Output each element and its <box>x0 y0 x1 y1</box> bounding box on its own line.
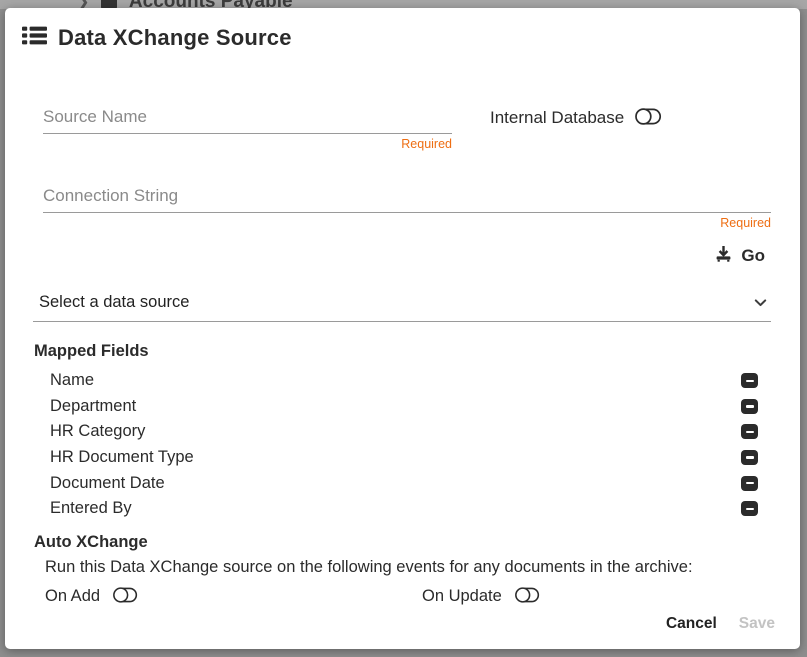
mapped-fields-list: Name Department HR Category HR Document … <box>33 368 771 522</box>
cancel-button[interactable]: Cancel <box>666 615 717 633</box>
toggle-off-icon <box>112 586 138 607</box>
mapped-field-row: Document Date <box>33 470 771 496</box>
mapped-fields-section: Mapped Fields Name Department HR Categor… <box>33 342 771 522</box>
auto-xchange-description: Run this Data XChange source on the foll… <box>33 558 771 577</box>
save-button[interactable]: Save <box>739 615 775 633</box>
dialog-title: Data XChange Source <box>58 25 292 51</box>
mapped-field-label: Department <box>50 397 136 416</box>
on-update-label: On Update <box>422 587 502 606</box>
internal-database-toggle[interactable] <box>634 107 662 129</box>
toggle-off-icon <box>514 586 540 607</box>
auto-xchange-section: Auto XChange Run this Data XChange sourc… <box>33 533 771 607</box>
minus-square-icon[interactable] <box>741 373 758 388</box>
mapped-field-row: Name <box>33 368 771 394</box>
minus-square-icon[interactable] <box>741 399 758 414</box>
mapped-field-row: Entered By <box>33 496 771 522</box>
on-add-label: On Add <box>45 587 100 606</box>
mapped-field-label: Entered By <box>50 499 132 518</box>
list-icon <box>22 26 47 50</box>
download-icon <box>715 245 732 267</box>
internal-database-label: Internal Database <box>490 108 624 128</box>
data-source-select-value: Select a data source <box>39 293 189 312</box>
mapped-field-label: HR Category <box>50 422 145 441</box>
source-name-input[interactable] <box>43 105 452 134</box>
minus-square-icon[interactable] <box>741 476 758 491</box>
mapped-field-row: HR Document Type <box>33 445 771 471</box>
source-name-required-label: Required <box>33 137 452 152</box>
mapped-field-row: HR Category <box>33 419 771 445</box>
mapped-field-label: Document Date <box>50 474 165 493</box>
minus-square-icon[interactable] <box>741 450 758 465</box>
mapped-field-row: Department <box>33 394 771 420</box>
minus-square-icon[interactable] <box>741 424 758 439</box>
toggle-off-icon <box>634 107 662 129</box>
go-button[interactable]: Go <box>715 245 765 267</box>
go-button-label: Go <box>741 246 765 266</box>
connection-string-input[interactable] <box>43 184 771 213</box>
data-source-select[interactable]: Select a data source <box>33 289 771 322</box>
mapped-field-label: Name <box>50 371 94 390</box>
data-xchange-source-dialog: Data XChange Source Required Internal Da… <box>5 8 800 649</box>
mapped-fields-title: Mapped Fields <box>34 342 771 361</box>
on-update-toggle[interactable] <box>514 586 540 607</box>
mapped-field-label: HR Document Type <box>50 448 194 467</box>
on-add-toggle[interactable] <box>112 586 138 607</box>
connection-string-required-label: Required <box>33 216 771 231</box>
minus-square-icon[interactable] <box>741 501 758 516</box>
auto-xchange-title: Auto XChange <box>34 533 771 552</box>
dialog-footer: Cancel Save <box>666 615 775 633</box>
chevron-down-icon <box>754 294 767 312</box>
dialog-header: Data XChange Source <box>22 25 771 51</box>
